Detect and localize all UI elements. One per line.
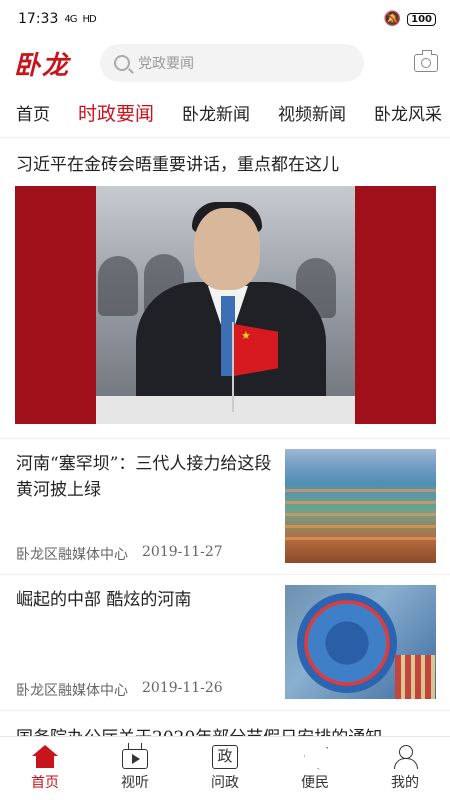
article-title: 河南“塞罕坝”：三代人接力给这段黄河披上绿 [16, 454, 272, 500]
status-bar: 17:33 4G HD 🔕 100 [0, 0, 450, 38]
tab-wolong-scenery[interactable]: 卧龙风采 [360, 100, 450, 125]
nav-audio-video[interactable]: 视听 [90, 737, 180, 800]
search-icon [114, 55, 130, 71]
feature-image[interactable]: ★ [15, 186, 436, 424]
tab-politics-news[interactable]: 时政要闻 [64, 99, 168, 126]
nav-label: 我的 [391, 775, 419, 791]
search-bar[interactable]: 党政要闻 [100, 44, 364, 82]
battery-icon: 100 [407, 12, 436, 26]
list-item[interactable]: 国务院办公厅关于2020年部分节假日安排的通知 [0, 710, 450, 736]
nav-mine[interactable]: 我的 [360, 737, 450, 800]
nav-label: 问政 [211, 775, 239, 791]
article-title: 国务院办公厅关于2020年部分节假日安排的通知 [16, 723, 382, 736]
camera-icon[interactable] [414, 50, 438, 72]
nav-label: 便民 [301, 775, 329, 791]
app-header: 卧龙 党政要闻 [0, 38, 450, 88]
article-source: 卧龙区融媒体中心 [16, 547, 128, 563]
signal-icon: 4G [64, 13, 77, 25]
feature-photo: ★ [96, 186, 355, 424]
article-title: 崛起的中部 酷炫的河南 [16, 590, 192, 610]
app-logo: 卧龙 [14, 50, 71, 81]
search-placeholder: 党政要闻 [138, 56, 194, 72]
wifi-icon: HD [82, 13, 96, 25]
list-item[interactable]: 河南“塞罕坝”：三代人接力给这段黄河披上绿 卧龙区融媒体中心 2019-11-2… [0, 438, 450, 574]
article-thumbnail [285, 585, 436, 699]
article-date: 2019-11-27 [142, 544, 223, 560]
tv-icon [122, 749, 148, 769]
zheng-icon: 政 [212, 745, 238, 769]
home-icon [32, 745, 58, 769]
article-source: 卧龙区融媒体中心 [16, 683, 128, 699]
nav-label: 首页 [31, 775, 59, 791]
send-icon [302, 745, 328, 769]
tab-video-news[interactable]: 视频新闻 [264, 100, 360, 125]
article-date: 2019-11-26 [142, 680, 223, 696]
user-icon [392, 745, 418, 769]
status-time: 17:33 [18, 11, 59, 27]
nav-inquiry[interactable]: 政 问政 [180, 737, 270, 800]
tab-home[interactable]: 首页 [0, 100, 64, 125]
mute-icon: 🔕 [383, 11, 402, 27]
list-item[interactable]: 崛起的中部 酷炫的河南 卧龙区融媒体中心 2019-11-26 [0, 574, 450, 710]
category-tabs: 首页 时政要闻 卧龙新闻 视频新闻 卧龙风采 [0, 88, 450, 138]
nav-label: 视听 [121, 775, 149, 791]
tab-wolong-news[interactable]: 卧龙新闻 [168, 100, 264, 125]
feature-title[interactable]: 习近平在金砖会晤重要讲话，重点都在这儿 [16, 150, 436, 175]
nav-services[interactable]: 便民 [270, 737, 360, 800]
article-meta: 卧龙区融媒体中心 2019-11-27 [16, 544, 223, 564]
article-meta: 卧龙区融媒体中心 2019-11-26 [16, 680, 223, 700]
bottom-nav: 首页 视听 政 问政 便民 我的 [0, 736, 450, 800]
nav-home[interactable]: 首页 [0, 737, 90, 800]
article-thumbnail [285, 449, 436, 563]
